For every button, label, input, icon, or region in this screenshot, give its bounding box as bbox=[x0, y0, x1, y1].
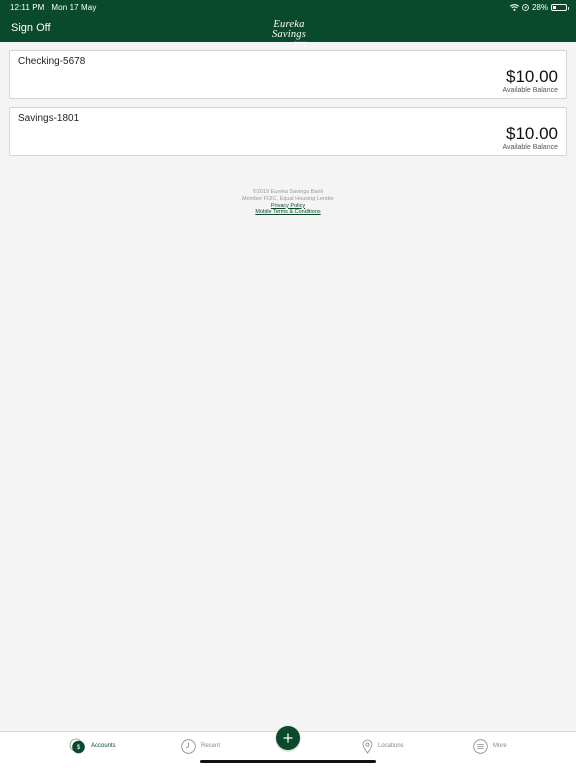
battery-percent: 28% bbox=[531, 3, 548, 12]
tab-more-label: More bbox=[493, 743, 507, 749]
tab-accounts-label: Accounts bbox=[91, 743, 116, 749]
legal-footer: ©2019 Eureka Savings Bank Member FDIC, E… bbox=[0, 189, 576, 216]
map-pin-icon bbox=[362, 739, 373, 754]
home-indicator[interactable] bbox=[200, 760, 376, 763]
tab-accounts[interactable]: $ Accounts bbox=[69, 738, 116, 754]
status-indicators: 28% bbox=[509, 3, 569, 12]
member-text: Member FDIC, Equal Housing Lender bbox=[241, 195, 334, 202]
copyright-text: ©2019 Eureka Savings Bank bbox=[252, 189, 324, 195]
status-time: 12:11 PM Mon 17 May bbox=[10, 3, 96, 12]
account-card-checking[interactable]: Checking-5678 $10.00 Available Balance bbox=[9, 50, 567, 99]
tab-locations-label: Locations bbox=[378, 743, 404, 749]
terms-link[interactable]: Mobile Terms & Conditions bbox=[255, 209, 320, 215]
wifi-icon bbox=[509, 4, 519, 11]
account-card-savings[interactable]: Savings-1801 $10.00 Available Balance bbox=[9, 107, 567, 156]
menu-lines-icon bbox=[473, 738, 488, 754]
account-name: Checking-5678 bbox=[18, 56, 86, 67]
logo-subtext: BANK bbox=[294, 40, 308, 45]
app-header: 12:11 PM Mon 17 May 28% Sign Off Eureka … bbox=[0, 0, 576, 45]
plus-icon bbox=[283, 733, 293, 743]
add-button[interactable] bbox=[276, 726, 300, 750]
location-arrow-icon bbox=[522, 4, 529, 11]
battery-fill bbox=[553, 6, 557, 9]
clock-icon bbox=[181, 738, 196, 754]
account-balance: $10.00 bbox=[506, 67, 558, 86]
sign-off-button[interactable]: Sign Off bbox=[11, 22, 51, 34]
status-clock: 12:11 PM bbox=[10, 3, 45, 12]
privacy-policy-link[interactable]: Privacy Policy bbox=[271, 203, 305, 209]
status-bar: 12:11 PM Mon 17 May 28% bbox=[0, 0, 576, 14]
tab-recent[interactable]: Recent bbox=[181, 738, 220, 754]
account-name: Savings-1801 bbox=[18, 113, 80, 124]
balance-label: Available Balance bbox=[502, 144, 558, 151]
tab-recent-label: Recent bbox=[201, 743, 221, 749]
dollar-icon: $ bbox=[69, 738, 85, 754]
logo-text: Eureka Savings bbox=[271, 19, 307, 40]
tab-locations[interactable]: Locations bbox=[362, 738, 404, 754]
tab-more[interactable]: More bbox=[473, 738, 507, 754]
battery-icon bbox=[551, 4, 569, 11]
account-balance: $10.00 bbox=[506, 124, 558, 143]
bank-logo: Eureka Savings BANK bbox=[258, 19, 320, 45]
status-date: Mon 17 May bbox=[51, 3, 97, 12]
balance-label: Available Balance bbox=[502, 87, 558, 94]
